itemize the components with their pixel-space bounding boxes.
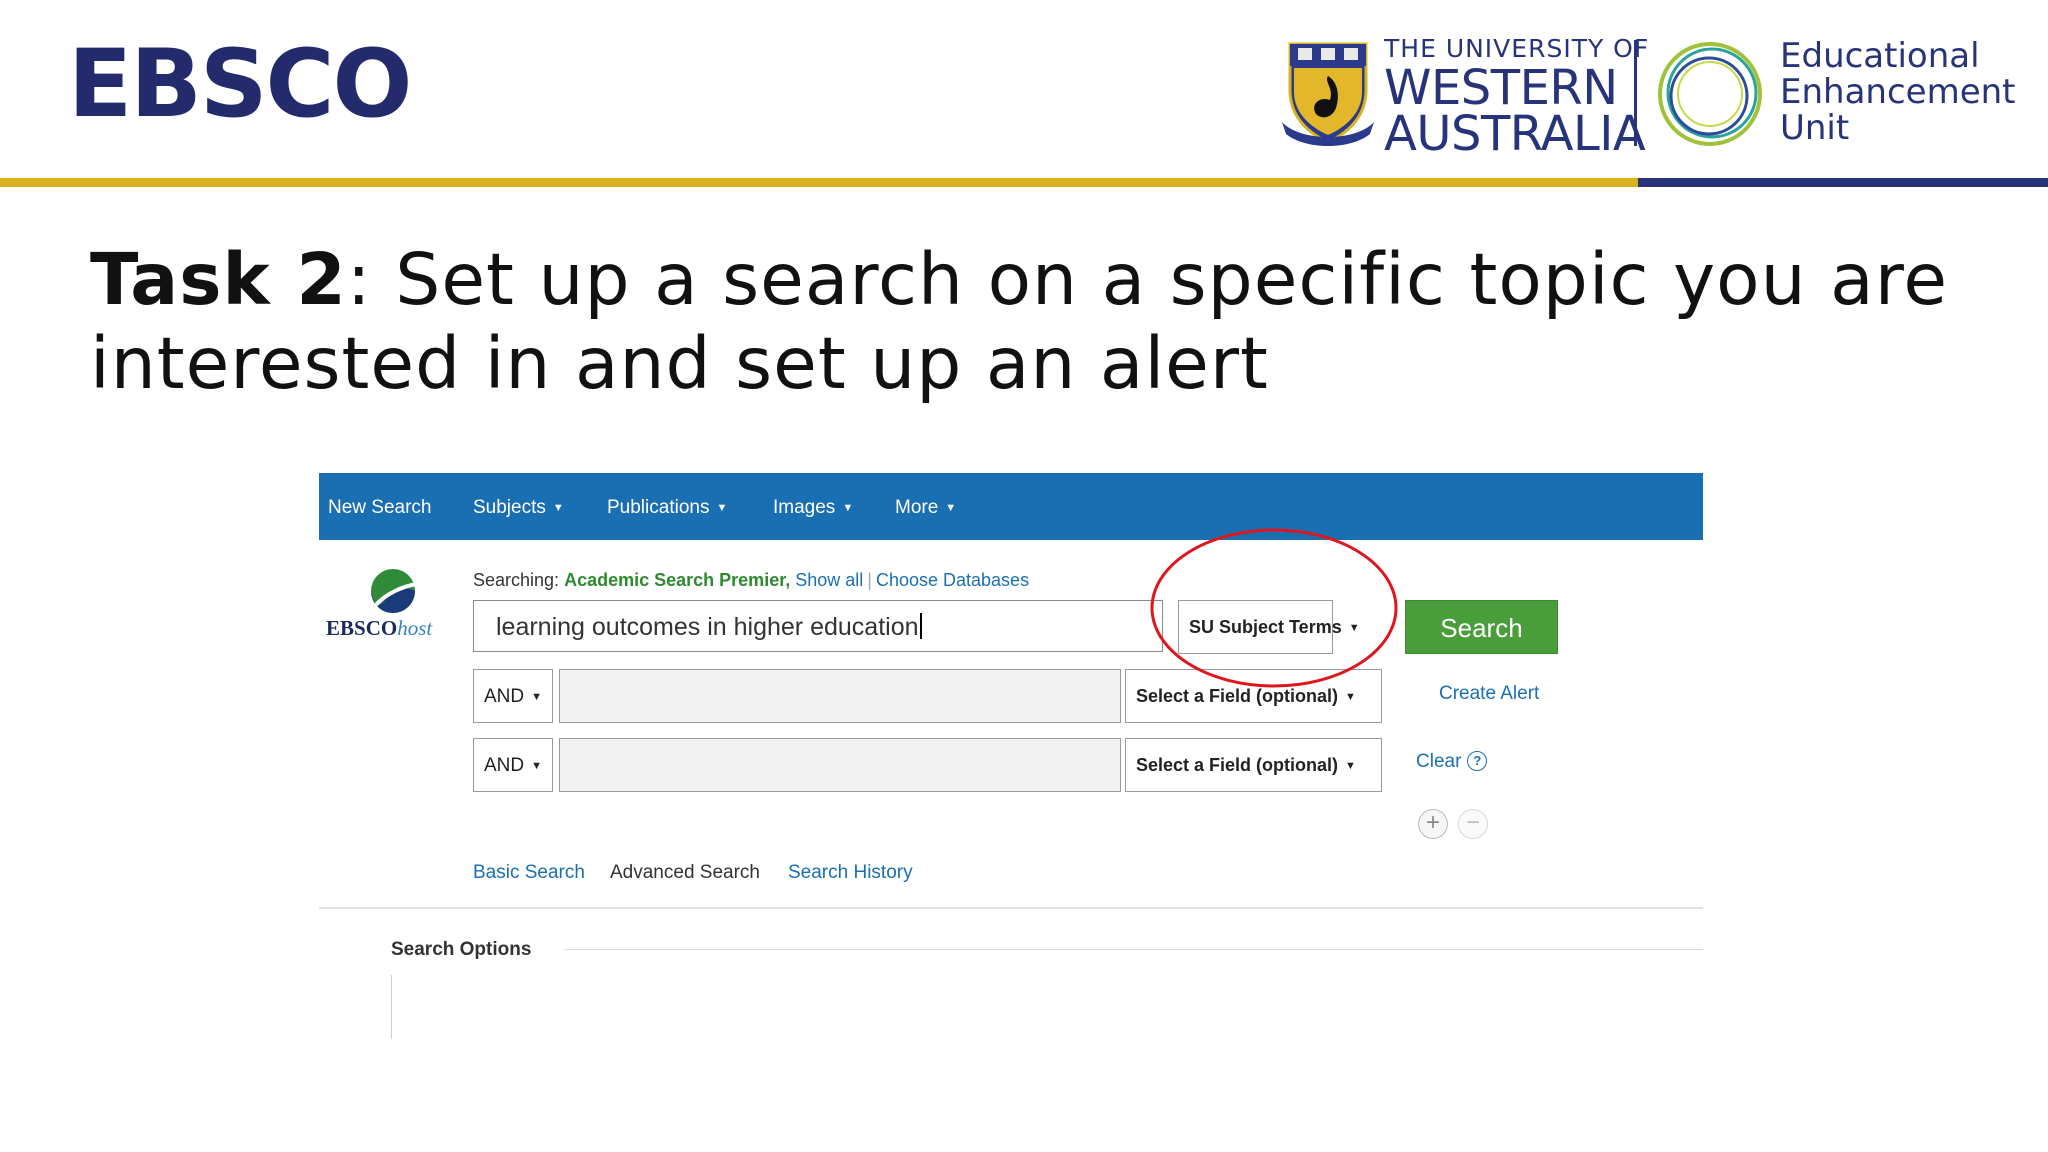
clear-link[interactable]: Clear (1416, 751, 1461, 772)
uwa-line1: THE UNIVERSITY OF (1384, 34, 1650, 63)
search-input-1[interactable]: learning outcomes in higher education (473, 600, 1163, 652)
show-all-link[interactable]: Show all (795, 570, 863, 590)
help-icon[interactable]: ? (1467, 751, 1488, 771)
uwa-line2: WESTERN (1384, 60, 1618, 116)
chevron-down-icon: ▼ (1345, 691, 1356, 703)
chevron-down-icon: ▼ (531, 691, 543, 703)
eeu-wordmark: Educational Enhancement Unit (1780, 38, 2016, 146)
search-options-border (391, 975, 392, 1039)
uwa-crest-icon (1282, 42, 1374, 146)
search-options-rule (565, 949, 1703, 950)
top-navbar: New Search Subjects ▼ Publications ▼ Image… (319, 473, 1703, 540)
create-alert-link[interactable]: Create Alert (1439, 683, 1539, 705)
chevron-down-icon: ▼ (842, 502, 854, 514)
task-text: : Set up a search on a specific topic yo… (90, 238, 1949, 405)
nav-subjects[interactable]: Subjects ▼ (473, 497, 564, 519)
search-button[interactable]: Search (1405, 600, 1558, 654)
task-label: Task 2 (90, 238, 347, 321)
logo-divider (1634, 40, 1637, 146)
text-cursor (919, 613, 922, 639)
remove-row-button[interactable]: − (1458, 809, 1488, 839)
advanced-search-link[interactable]: Advanced Search (610, 862, 760, 884)
task-title: Task 2: Set up a search on a specific to… (90, 238, 1990, 406)
clear-control: Clear? (1416, 751, 1488, 773)
section-divider (319, 907, 1703, 909)
nav-more[interactable]: More ▼ (895, 497, 956, 519)
operator-select-2[interactable]: AND ▼ (473, 669, 553, 723)
uwa-wordmark: THE UNIVERSITY OF WESTERN AUSTRALIA (1384, 36, 1649, 158)
chevron-down-icon: ▼ (531, 760, 543, 772)
search-input-2[interactable] (559, 669, 1121, 723)
chevron-down-icon: ▼ (716, 502, 728, 514)
header-navy-rule (1638, 178, 2048, 187)
searching-line: Searching: Academic Search Premier, Show… (473, 570, 1029, 591)
nav-new-search[interactable]: New Search (328, 497, 432, 519)
ebscohost-wordmark: EBSCOhost (326, 616, 433, 640)
basic-search-link[interactable]: Basic Search (473, 862, 585, 884)
uwa-line3: AUSTRALIA (1384, 106, 1646, 162)
field-select-3[interactable]: Select a Field (optional) ▼ (1125, 738, 1382, 792)
link-separator: | (867, 570, 872, 590)
search-input-3[interactable] (559, 738, 1121, 792)
header-gold-rule (0, 178, 1638, 187)
chevron-down-icon: ▼ (552, 502, 564, 514)
nav-publications[interactable]: Publications ▼ (607, 497, 727, 519)
eeu-rings-icon (1658, 42, 1762, 146)
ebsco-wordmark: EBSCO (68, 30, 412, 139)
search-history-link[interactable]: Search History (788, 862, 913, 884)
database-name: Academic Search Premier, (564, 570, 791, 590)
choose-databases-link[interactable]: Choose Databases (876, 570, 1029, 590)
chevron-down-icon: ▼ (945, 502, 957, 514)
eeu-line3: Unit (1780, 108, 1850, 148)
eeu-line2: Enhancement (1780, 72, 2016, 112)
add-row-button[interactable]: + (1418, 809, 1448, 839)
search-options-heading[interactable]: Search Options (391, 939, 531, 961)
nav-images[interactable]: Images ▼ (773, 497, 853, 519)
searching-label: Searching: (473, 570, 560, 590)
eeu-line1: Educational (1780, 36, 1980, 76)
operator-select-3[interactable]: AND ▼ (473, 738, 553, 792)
annotation-circle (1150, 528, 1398, 688)
chevron-down-icon: ▼ (1345, 760, 1356, 772)
ebscohost-screenshot: New Search Subjects ▼ Publications ▼ Image… (319, 473, 1703, 1058)
